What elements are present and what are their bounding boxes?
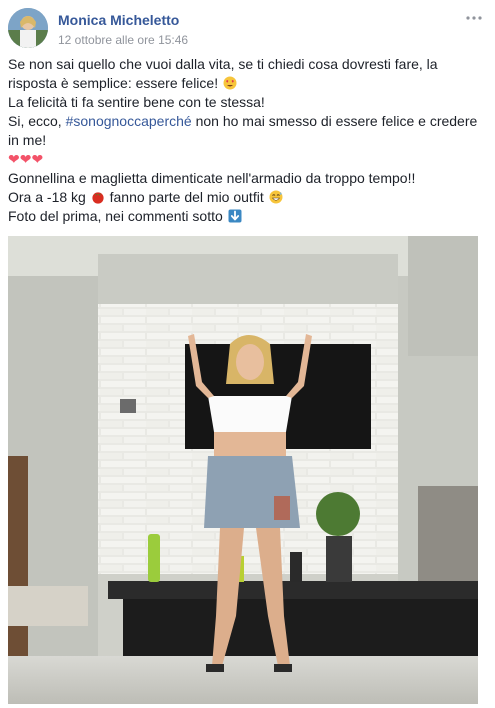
text-line: risposta è semplice: essere felice! (8, 74, 478, 93)
down-arrow-emoji (228, 209, 242, 223)
grin-sweat-emoji (269, 190, 283, 204)
post-header: Monica Micheletto 12 ottobre alle ore 15… (8, 8, 487, 48)
facebook-post: Monica Micheletto 12 ottobre alle ore 15… (0, 0, 495, 708)
tomato-emoji (92, 192, 104, 204)
text-line: in me! (8, 132, 47, 148)
post-timestamp[interactable]: 12 ottobre alle ore 15:46 (58, 33, 188, 47)
post-text: Se non sai quello che vuoi dalla vita, s… (8, 55, 478, 226)
ellipsis-icon[interactable] (465, 8, 483, 24)
avatar-image (8, 8, 48, 48)
author-name[interactable]: Monica Micheletto (58, 12, 179, 28)
hearts-emoji: ❤❤❤ (8, 151, 44, 167)
photo-image (8, 236, 478, 704)
text-line: Gonnellina e maglietta dimenticate nell'… (8, 170, 416, 186)
hashtag-link[interactable]: #sonognoccaperché (66, 113, 192, 129)
text-line: La felicità ti fa sentire bene con te st… (8, 94, 265, 110)
heart-eyes-emoji (223, 76, 237, 90)
text-line: Ora a -18 kg fanno parte del mio outfit (8, 188, 478, 207)
avatar[interactable] (8, 8, 48, 48)
text-line: Se non sai quello che vuoi dalla vita, s… (8, 56, 438, 72)
post-photo[interactable] (8, 236, 478, 704)
text-line: Foto del prima, nei commenti sotto (8, 207, 478, 226)
text-line: Si, ecco, #sonognoccaperché non ho mai s… (8, 113, 478, 129)
